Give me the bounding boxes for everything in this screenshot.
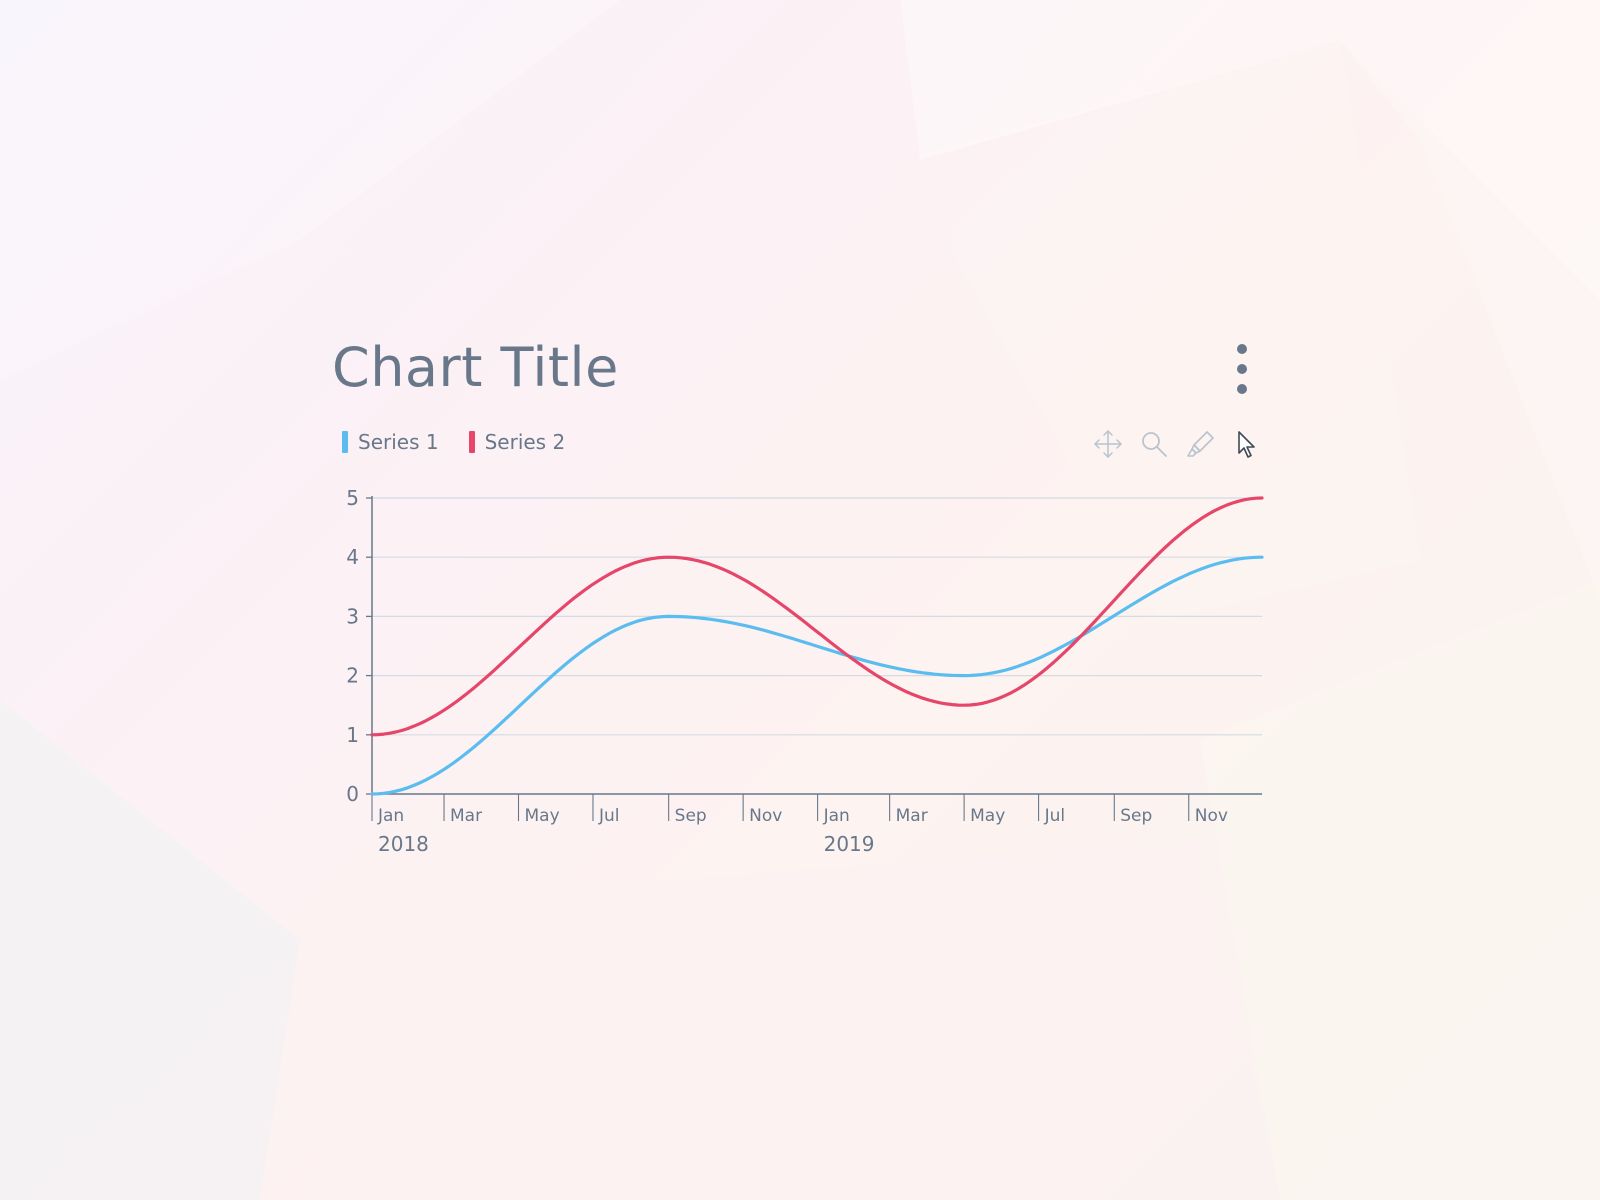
y-tick-label: 2 (346, 664, 359, 688)
x-tick-label: Nov (749, 806, 782, 826)
x-tick-label: Jul (598, 806, 620, 826)
x-tick-label: Mar (450, 806, 482, 826)
line-chart[interactable]: 0 1 2 3 4 5 Jan Mar May Jul Sep Nov Jan Mar May Jul Sep N… (0, 0, 1600, 1200)
y-tick-label: 0 (346, 782, 359, 806)
x-tick-label: Jan (377, 806, 404, 826)
x-tick-label: Sep (675, 806, 707, 826)
x-tick-label: Mar (896, 806, 928, 826)
y-tick-label: 3 (346, 604, 359, 628)
x-tick-label: May (970, 806, 1005, 826)
x-tick-label: Jan (823, 806, 850, 826)
x-tick-label: Sep (1120, 806, 1152, 826)
y-tick-label: 4 (346, 545, 359, 569)
x-tick-label: Jul (1044, 806, 1066, 826)
x-tick-label: May (525, 806, 560, 826)
x-year-label: 2018 (378, 832, 429, 856)
y-tick-label: 1 (346, 723, 359, 747)
x-year-label: 2019 (824, 832, 875, 856)
x-tick-label: Nov (1195, 806, 1228, 826)
y-tick-label: 5 (346, 486, 359, 510)
chart-panel: Chart Title Series 1 Series 2 0 1 2 3 4 … (0, 0, 1600, 1200)
